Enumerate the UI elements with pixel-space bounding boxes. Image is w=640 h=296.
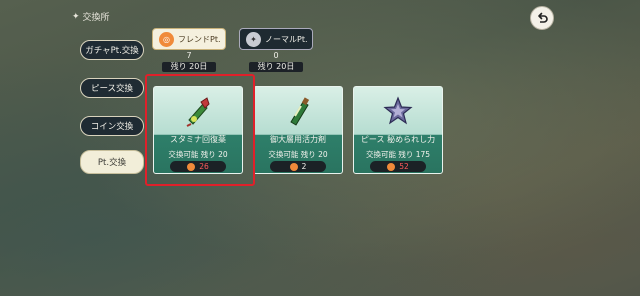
back-arrow-icon xyxy=(538,12,548,23)
friend-pt-info: 7 残り 20日 xyxy=(152,51,226,72)
item-name: ピース 秘められし力 xyxy=(360,135,436,144)
star-piece-icon xyxy=(354,87,442,135)
normal-pt-label: ノーマルPt. xyxy=(265,34,308,44)
title-text: 交換所 xyxy=(82,13,110,23)
tab-label: ピース交換 xyxy=(90,84,134,94)
item-cost-value: 2 xyxy=(301,162,307,171)
item-cost-value: 52 xyxy=(399,162,409,171)
bottle-icon xyxy=(254,87,342,135)
normal-pt-badge: ✦ ノーマルPt. xyxy=(239,28,313,50)
tab-pt[interactable]: Pt.交換 xyxy=(80,150,144,174)
friend-pt-coin-icon xyxy=(387,162,396,171)
friend-pt-remaining: 残り 20日 xyxy=(162,62,216,72)
item-cost: 52 xyxy=(370,161,426,172)
selection-highlight xyxy=(145,74,255,186)
friend-pt-label: フレンドPt. xyxy=(178,34,221,44)
diamond-icon: ✦ xyxy=(72,11,80,22)
normal-pt-info: 0 残り 20日 xyxy=(239,51,313,72)
item-trade-status: 交換可能 残り 20 xyxy=(268,150,328,159)
tab-label: コイン交換 xyxy=(90,122,134,132)
exchange-screen: ✦ 交換所 ガチャPt.交換 ピース交換 コイン交換 Pt.交換 ◎ フレンドP… xyxy=(0,0,640,296)
item-name: 御大層用活力剤 xyxy=(270,135,326,144)
friend-pt-count: 7 xyxy=(186,51,192,60)
item-cost: 2 xyxy=(270,161,326,172)
tab-label: Pt.交換 xyxy=(97,158,127,168)
item-trade-status: 交換可能 残り 175 xyxy=(365,150,431,159)
normal-pt-count: 0 xyxy=(273,51,279,60)
friend-pt-badge: ◎ フレンドPt. xyxy=(152,28,226,50)
tab-piece[interactable]: ピース交換 xyxy=(80,78,144,98)
back-button[interactable] xyxy=(530,6,554,30)
friend-pt-icon: ◎ xyxy=(159,31,174,47)
item-card-bottle[interactable]: 御大層用活力剤 交換可能 残り 20 2 xyxy=(253,86,343,174)
item-card-piece[interactable]: ピース 秘められし力 交換可能 残り 175 52 xyxy=(353,86,443,174)
normal-pt-remaining: 残り 20日 xyxy=(249,62,303,72)
tab-gacha-pt[interactable]: ガチャPt.交換 xyxy=(80,40,144,60)
screen-title: ✦ 交換所 xyxy=(72,10,110,24)
friend-pt-coin-icon xyxy=(289,162,298,171)
tab-label: ガチャPt.交換 xyxy=(85,46,139,56)
tab-coin[interactable]: コイン交換 xyxy=(80,116,144,136)
normal-pt-icon: ✦ xyxy=(246,31,261,47)
